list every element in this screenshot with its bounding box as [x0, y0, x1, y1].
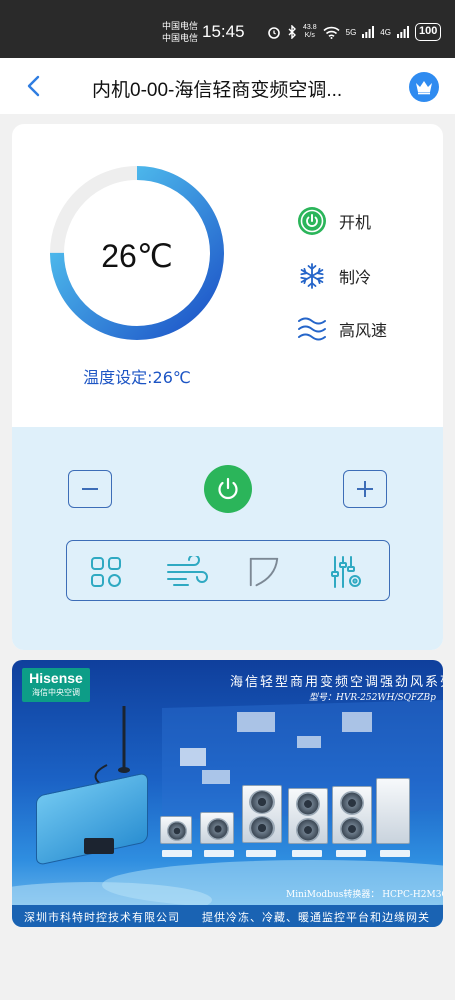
decrease-temp-button[interactable]: [68, 470, 112, 508]
swing-icon: [249, 557, 279, 587]
banner-slogan: 提供冷冻、冷藏、暖通监控平台和边缘网关: [202, 911, 430, 924]
outdoor-unit: [376, 778, 410, 844]
unit-tag: [380, 850, 410, 857]
status-bar: 中国电信 中国电信 15:45 43.8 K/s 5G 4G 100: [0, 0, 455, 58]
signal-bars-icon: [362, 26, 375, 38]
power-button[interactable]: [204, 465, 252, 513]
outdoor-unit: [288, 788, 328, 844]
power-status-icon: [297, 206, 327, 236]
carrier-1: 中国电信: [162, 22, 199, 32]
swing-button[interactable]: [247, 555, 281, 589]
outdoor-unit: [160, 816, 192, 844]
carrier-2: 中国电信: [162, 34, 199, 44]
mode-label: 制冷: [339, 268, 372, 287]
net-speed: 43.8 K/s: [303, 24, 317, 39]
banner-footer: 深圳市科特时控技术有限公司 提供冷冻、冷藏、暖通监控平台和边缘网关: [12, 905, 443, 927]
battery-indicator: 100: [414, 23, 442, 41]
page-title: 内机0-00-海信轻商变频空调...: [92, 80, 343, 101]
banner-converter: MiniModbus转换器： HCPC-H2M3C: [286, 890, 443, 900]
premium-button[interactable]: [409, 72, 439, 102]
outdoor-unit: [332, 786, 372, 844]
outdoor-unit: [242, 785, 282, 843]
power-icon: [218, 477, 238, 500]
clock: 15:45: [202, 22, 245, 41]
signal-bars-2-icon: [396, 26, 409, 38]
brand-logo: Hisense 海信中央空调: [22, 668, 90, 702]
unit-tag: [292, 850, 322, 857]
function-bar: [66, 540, 390, 601]
alarm-icon: [268, 27, 280, 39]
unit-tag: [336, 850, 366, 857]
power-status-row: 开机: [297, 206, 371, 236]
power-status-label: 开机: [339, 213, 372, 232]
carrier-labels: 中国电信 中国电信: [162, 21, 198, 45]
setpoint-label: 温度设定:26℃: [83, 368, 191, 387]
unit-tag: [162, 850, 192, 857]
back-button[interactable]: [20, 72, 46, 100]
settings-sliders-icon: [331, 556, 361, 588]
minus-icon: [82, 488, 98, 490]
banner-model: 型号：HVR-252WH/SQFZBp: [309, 693, 436, 703]
fan-button[interactable]: [165, 555, 209, 589]
control-card: 26℃ 温度设定:26℃ 开机 制冷 高风速: [12, 124, 443, 650]
banner-headline: 海信轻型商用变频空调强劲风系列: [230, 675, 443, 690]
increase-temp-button[interactable]: [343, 470, 387, 508]
snowflake-icon: [297, 261, 327, 291]
bluetooth-icon: [288, 25, 296, 39]
gateway-port: [84, 838, 114, 854]
waves-icon: [297, 314, 327, 344]
grid-menu-icon: [91, 557, 121, 587]
signal-1-label: 5G: [345, 27, 357, 37]
fan-speed-label: 高风速: [339, 321, 388, 340]
unit-tag: [246, 850, 276, 857]
signal-2-label: 4G: [380, 27, 391, 37]
chevron-left-icon: [27, 75, 40, 97]
mode-menu-button[interactable]: [89, 555, 123, 589]
outdoor-unit: [200, 812, 234, 844]
wind-icon: [167, 556, 208, 586]
system-icons: 43.8 K/s 5G 4G 100: [267, 22, 442, 42]
promo-banner[interactable]: Hisense 海信中央空调 海信轻型商用变频空调强劲风系列 型号：HVR-25…: [12, 660, 443, 927]
mode-row: 制冷: [297, 261, 371, 291]
crown-icon: [416, 81, 432, 95]
fan-speed-row: 高风速: [297, 314, 387, 344]
control-panel: [12, 427, 443, 650]
wifi-icon: [323, 26, 340, 39]
settings-button[interactable]: [329, 555, 363, 589]
current-temperature: 26℃: [101, 238, 173, 274]
banner-company: 深圳市科特时控技术有限公司: [24, 911, 180, 924]
plus-icon: [357, 481, 373, 497]
unit-tag: [204, 850, 234, 857]
app-header: 内机0-00-海信轻商变频空调...: [0, 58, 455, 114]
